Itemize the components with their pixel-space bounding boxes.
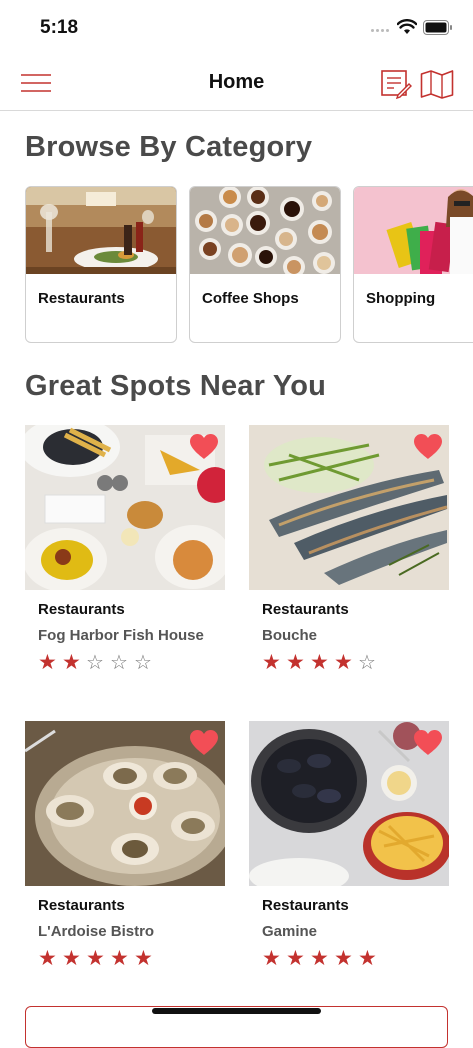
star-empty-icon: ☆ [110,652,128,674]
star-filled-icon: ★ [358,947,377,970]
favorite-heart-icon[interactable] [189,433,219,460]
star-filled-icon: ★ [334,651,353,674]
list-edit-icon[interactable] [380,68,412,100]
star-filled-icon: ★ [110,947,129,970]
home-indicator [152,1008,321,1014]
star-filled-icon: ★ [310,651,329,674]
wifi-icon [397,19,417,34]
shopping-photo [354,187,473,274]
star-filled-icon: ★ [134,947,153,970]
star-empty-icon: ☆ [86,652,104,674]
star-filled-icon: ★ [310,947,329,970]
map-icon[interactable] [420,69,454,99]
star-empty-icon: ☆ [134,652,152,674]
category-label: Shopping [366,290,436,307]
spot-category: Restaurants [262,897,349,914]
spot-category: Restaurants [38,601,125,618]
section-title-spots: Great Spots Near You [25,370,327,402]
favorite-heart-icon[interactable] [413,433,443,460]
spot-card-gamine[interactable]: Restaurants Gamine ★ ★ ★ ★ ★ [249,721,449,996]
restaurant-photo [26,187,176,274]
hamburger-menu-icon[interactable] [20,71,52,95]
favorite-heart-icon[interactable] [189,729,219,756]
star-filled-icon: ★ [262,947,281,970]
category-card-restaurants[interactable]: Restaurants [25,186,177,343]
category-card-shopping[interactable]: Shopping [353,186,473,343]
battery-icon [423,20,452,35]
spot-name: L'Ardoise Bistro [38,923,155,940]
navigation-bar: Home [0,56,473,111]
coffee-cups-photo [190,187,340,274]
spot-name: Bouche [262,627,318,644]
star-filled-icon: ★ [38,651,57,674]
star-filled-icon: ★ [62,947,81,970]
rating-stars: ★ ★ ☆ ☆ ☆ [38,651,158,674]
category-label: Restaurants [38,290,125,307]
favorite-heart-icon[interactable] [413,729,443,756]
star-filled-icon: ★ [62,651,81,674]
star-filled-icon: ★ [286,651,305,674]
spot-card-lardoise-bistro[interactable]: Restaurants L'Ardoise Bistro ★ ★ ★ ★ ★ [25,721,225,996]
star-filled-icon: ★ [38,947,57,970]
category-card-coffee-shops[interactable]: Coffee Shops [189,186,341,343]
spot-category: Restaurants [262,601,349,618]
category-label: Coffee Shops [202,290,299,307]
section-title-categories: Browse By Category [25,131,313,163]
cellular-signal-icon [371,29,391,35]
star-filled-icon: ★ [286,947,305,970]
spot-name: Fog Harbor Fish House [38,627,204,644]
spot-card-bouche[interactable]: Restaurants Bouche ★ ★ ★ ★ ☆ [249,425,449,700]
star-empty-icon: ☆ [358,652,376,674]
rating-stars: ★ ★ ★ ★ ☆ [262,651,382,674]
status-time: 5:18 [40,17,79,38]
rating-stars: ★ ★ ★ ★ ★ [38,947,158,970]
rating-stars: ★ ★ ★ ★ ★ [262,947,382,970]
star-filled-icon: ★ [334,947,353,970]
star-filled-icon: ★ [86,947,105,970]
star-filled-icon: ★ [262,651,281,674]
spot-card-fog-harbor[interactable]: Restaurants Fog Harbor Fish House ★ ★ ☆ ☆ ☆ [25,425,225,700]
spot-category: Restaurants [38,897,125,914]
status-bar: 5:18 [0,0,473,56]
spot-name: Gamine [262,923,318,940]
